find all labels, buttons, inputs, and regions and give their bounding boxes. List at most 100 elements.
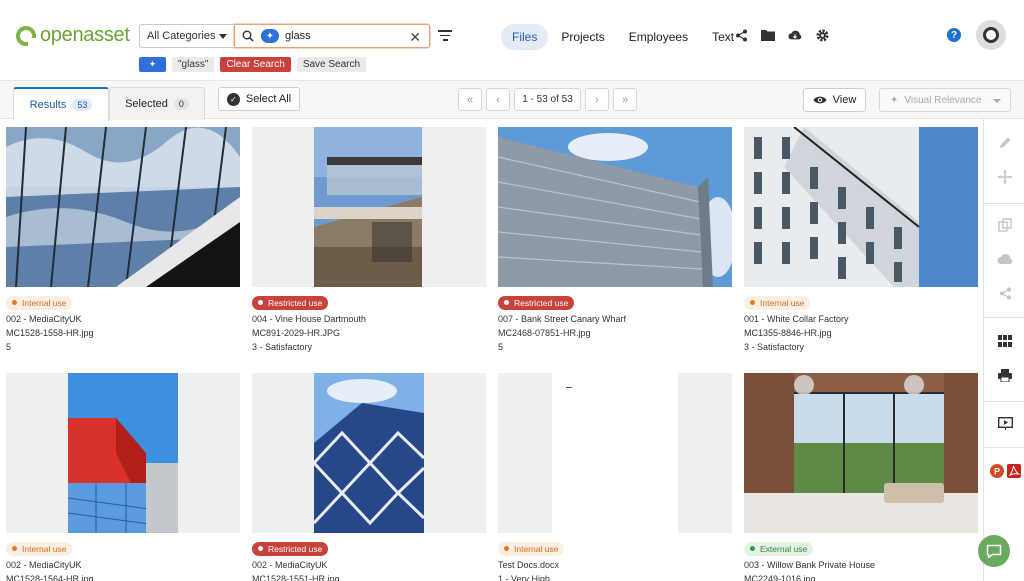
sparkle-icon: ✦ [890, 94, 899, 106]
file-card[interactable]: Internal use 002 - MediaCityUK MC1528-15… [6, 373, 240, 581]
file-name: 1 - Very High [498, 573, 551, 581]
clear-search-button[interactable]: Clear Search [220, 57, 291, 72]
svg-text:P: P [994, 467, 1000, 477]
next-page-button[interactable]: › [585, 88, 609, 111]
last-page-button[interactable]: » [613, 88, 637, 111]
folder-icon[interactable] [761, 28, 775, 42]
file-thumbnail[interactable] [6, 127, 240, 287]
file-name: MC891-2029-HR.JPG [252, 327, 341, 338]
share-icon[interactable] [997, 285, 1013, 301]
file-card[interactable]: Restricted use 004 - Vine House Dartmout… [252, 127, 486, 354]
action-sidebar: P [983, 119, 1024, 581]
nav-icons [734, 28, 829, 42]
move-icon[interactable] [997, 169, 1013, 185]
pagination: « ‹ 1 - 53 of 53 › » [458, 88, 637, 111]
project-name: 003 - Willow Bank Private House [744, 559, 876, 570]
rating: 5 [6, 341, 12, 352]
copy-icon[interactable] [997, 217, 1013, 233]
project-name: 002 - MediaCityUK [6, 559, 82, 570]
logo-icon [16, 25, 36, 46]
search-box[interactable]: ✦ ✕ [234, 24, 430, 48]
rating: 5 [498, 341, 504, 352]
ai-search-icon[interactable]: ✦ [261, 29, 279, 43]
edit-icon[interactable] [997, 135, 1013, 151]
page-info: 1 - 53 of 53 [514, 88, 581, 111]
status-badge: Internal use [744, 295, 811, 310]
rating: 3 - Satisfactory [252, 341, 313, 352]
check-circle-icon: ✓ [226, 92, 240, 106]
file-card[interactable]: Internal use Test Docs.docx 1 - Very Hig… [498, 373, 732, 581]
share-icon[interactable] [734, 28, 748, 42]
file-thumbnail[interactable] [498, 373, 732, 533]
project-name: 002 - MediaCityUK [252, 559, 328, 570]
file-thumbnail[interactable] [252, 127, 486, 287]
file-name: MC2468-07851-HR.jpg [498, 327, 591, 338]
file-name: MC1528-1551-HR.jpg [252, 573, 340, 581]
status-badge: Internal use [498, 541, 565, 556]
first-page-button[interactable]: « [458, 88, 482, 111]
brand-name: openasset [40, 24, 130, 46]
select-all-button[interactable]: ✓ Select All [218, 87, 300, 111]
project-name: 002 - MediaCityUK [6, 313, 82, 324]
file-card[interactable]: Internal use 001 - White Collar Factory … [744, 127, 978, 354]
project-name: 004 - Vine House Dartmouth [252, 313, 366, 324]
eye-icon [813, 96, 827, 104]
powerpoint-icon[interactable]: P [989, 463, 1005, 479]
status-badge: External use [744, 541, 814, 556]
results-toolbar: Results 53 Selected 0 ✓ Select All « ‹ 1… [0, 81, 1024, 121]
file-thumbnail[interactable] [744, 373, 978, 533]
selected-label: Selected [125, 98, 168, 110]
search-input[interactable] [285, 30, 395, 42]
file-thumbnail[interactable] [6, 373, 240, 533]
chat-icon [986, 544, 1002, 558]
slideshow-icon[interactable] [997, 415, 1013, 431]
tab-files[interactable]: Files [501, 24, 549, 50]
main-nav: Files Projects Employees Text [501, 24, 747, 50]
print-icon[interactable] [997, 367, 1013, 383]
select-all-label: Select All [245, 93, 292, 105]
tab-employees[interactable]: Employees [618, 24, 699, 50]
view-label: View [832, 94, 857, 106]
tab-results[interactable]: Results 53 [13, 87, 109, 121]
query-chip[interactable]: "glass" [172, 57, 215, 72]
file-name: MC2249-1016.jpg [744, 573, 816, 581]
file-thumbnail[interactable] [498, 127, 732, 287]
cloud-download-icon[interactable] [997, 251, 1013, 267]
file-card[interactable]: Restricted use 002 - MediaCityUK MC1528-… [252, 373, 486, 581]
selected-count: 0 [173, 98, 189, 110]
search-chips: ✦ "glass" Clear Search Save Search [139, 57, 367, 72]
cloud-download-icon[interactable] [788, 28, 802, 42]
chevron-down-icon [993, 99, 1001, 103]
sort-select[interactable]: ✦ Visual Relevance [879, 88, 1011, 112]
category-value: All Categories [147, 30, 216, 42]
grid-view-icon[interactable] [997, 333, 1013, 349]
openasset-logo[interactable]: openasset [16, 24, 130, 47]
view-button[interactable]: View [803, 88, 866, 112]
tab-selected[interactable]: Selected 0 [109, 87, 205, 120]
project-name: 007 - Bank Street Canary Wharf [498, 313, 627, 324]
file-card[interactable]: Internal use 002 - MediaCityUK MC1528-15… [6, 127, 240, 354]
rating: 3 - Satisfactory [744, 341, 805, 352]
status-badge: Restricted use [498, 295, 575, 310]
chevron-down-icon [219, 34, 227, 39]
category-select[interactable]: All Categories [139, 24, 235, 48]
gear-icon[interactable] [815, 28, 829, 42]
tab-projects[interactable]: Projects [550, 24, 615, 50]
clear-search-icon[interactable]: ✕ [409, 29, 421, 46]
chat-button[interactable] [978, 535, 1010, 567]
file-card[interactable]: External use 003 - Willow Bank Private H… [744, 373, 978, 581]
results-grid: Internal use 002 - MediaCityUK MC1528-15… [0, 119, 983, 581]
file-thumbnail[interactable] [744, 127, 978, 287]
pdf-icon[interactable] [1006, 463, 1022, 479]
file-thumbnail[interactable] [252, 373, 486, 533]
status-badge: Restricted use [252, 541, 329, 556]
status-badge: Internal use [6, 295, 73, 310]
help-icon[interactable]: ? [947, 28, 961, 42]
ai-chip[interactable]: ✦ [139, 57, 166, 72]
avatar[interactable] [976, 20, 1006, 50]
prev-page-button[interactable]: ‹ [486, 88, 510, 111]
filter-icon[interactable] [438, 30, 452, 44]
save-search-button[interactable]: Save Search [296, 57, 367, 72]
file-card[interactable]: Restricted use 007 - Bank Street Canary … [498, 127, 732, 354]
file-name: MC1528-1558-HR.jpg [6, 327, 94, 338]
